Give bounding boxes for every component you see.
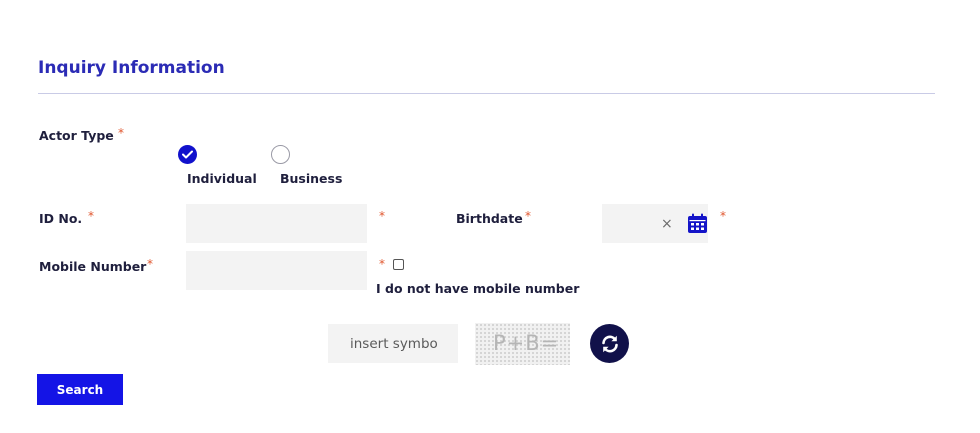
mobile-number-label: Mobile Number: [39, 259, 147, 274]
required-mark: *: [88, 209, 94, 223]
required-mark: *: [720, 209, 726, 223]
captcha-text: P+B=: [493, 331, 560, 355]
search-button[interactable]: Search: [37, 374, 123, 405]
mobile-number-input[interactable]: [186, 251, 367, 290]
required-mark: *: [147, 257, 153, 271]
id-no-label: ID No.: [39, 211, 83, 226]
captcha-image: P+B=: [475, 323, 570, 365]
required-mark: *: [118, 126, 124, 140]
calendar-icon[interactable]: [687, 213, 708, 234]
id-no-input[interactable]: [186, 204, 367, 243]
radio-business-label[interactable]: Business: [280, 171, 342, 186]
radio-individual-label[interactable]: Individual: [187, 171, 257, 186]
radio-business[interactable]: [271, 145, 290, 164]
required-mark: *: [525, 209, 531, 223]
required-mark: *: [379, 257, 385, 271]
section-title: Inquiry Information: [38, 58, 225, 78]
no-mobile-label[interactable]: I do not have mobile number: [376, 281, 579, 296]
captcha-refresh-button[interactable]: [590, 324, 629, 363]
refresh-icon: [601, 335, 618, 352]
required-mark: *: [379, 209, 385, 223]
radio-individual[interactable]: [178, 145, 197, 164]
close-icon[interactable]: ×: [661, 216, 673, 232]
actor-type-label: Actor Type: [39, 128, 114, 143]
captcha-input[interactable]: [328, 324, 458, 363]
birthdate-label: Birthdate: [456, 211, 523, 226]
section-divider: [38, 93, 935, 94]
check-icon: [182, 150, 193, 159]
no-mobile-checkbox[interactable]: [393, 259, 404, 270]
